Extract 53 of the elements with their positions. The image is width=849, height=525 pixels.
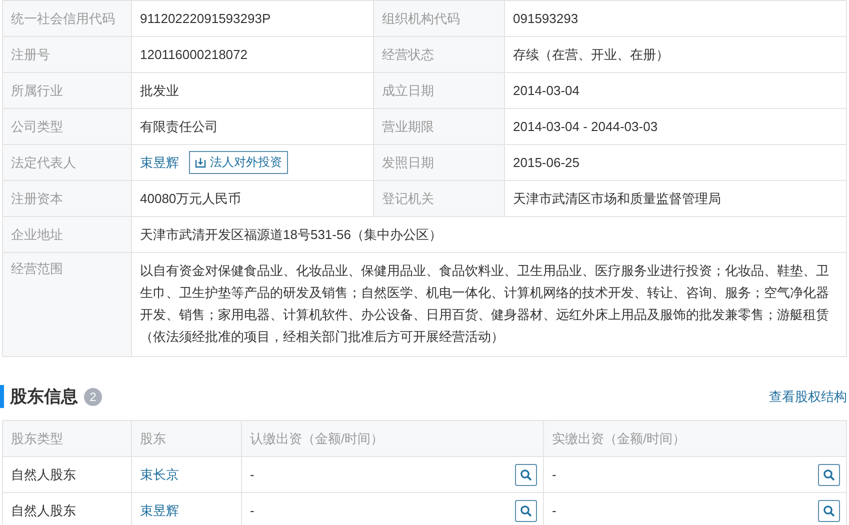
field-value: 120116000218072 — [140, 46, 248, 64]
field-value: 91120222091593293P — [140, 10, 271, 28]
field-value: 天津市武清区市场和质量监督管理局 — [513, 190, 721, 208]
field-value: 天津市武清开发区福源道18号531-56（集中办公区） — [140, 226, 442, 244]
column-header: 股东类型 — [11, 430, 63, 448]
search-button[interactable] — [515, 500, 537, 522]
shareholder-link[interactable]: 束昱辉 — [140, 502, 179, 520]
field-value: 40080万元人民币 — [140, 190, 242, 208]
field-value: 以自有资金对保健食品业、化妆品业、保健用品业、食品饮料业、卫生用品业、医疗服务业进行投资；化妆品、鞋垫、卫生巾、卫生护垫等产品的研发及销售；自然医学、机电一体化、计算机网络的技术开发、转让、咨询、服务；空气净化器开发、销售；家用电器、计算机软件、办公设备、日用百货、健身器材、远红外床上用品及服饰的批发兼零售；游艇租赁（依法须经批准的项目，经相关部门批准后方可开展经营活动） — [140, 262, 830, 346]
field-label: 成立日期 — [382, 82, 434, 100]
field-label: 公司类型 — [11, 118, 63, 136]
column-header: 认缴出资（金额/时间） — [250, 430, 384, 448]
field-label: 营业期限 — [382, 118, 434, 136]
search-button[interactable] — [818, 464, 840, 486]
field-label: 登记机关 — [382, 190, 434, 208]
investment-button[interactable]: 法人对外投资 — [189, 151, 288, 174]
field-value: 2015-06-25 — [513, 154, 580, 172]
field-label: 组织机构代码 — [382, 10, 460, 28]
table-cell: 自然人股东 — [11, 502, 76, 520]
field-label: 企业地址 — [11, 226, 63, 244]
table-cell: - — [250, 467, 254, 482]
count-badge: 2 — [84, 388, 102, 406]
section-title: 股东信息 — [0, 385, 78, 408]
field-value: 2014-03-04 - 2044-03-03 — [513, 118, 658, 136]
field-label: 所属行业 — [11, 82, 63, 100]
field-label: 注册资本 — [11, 190, 63, 208]
search-button[interactable] — [515, 464, 537, 486]
table-cell: - — [552, 503, 556, 518]
person-link[interactable]: 束昱辉 — [140, 154, 179, 172]
column-header: 实缴出资（金额/时间） — [552, 430, 686, 448]
field-value: 有限责任公司 — [140, 118, 218, 136]
shareholder-link[interactable]: 束长京 — [140, 466, 179, 484]
table-cell: - — [250, 503, 254, 518]
search-icon — [823, 468, 835, 480]
table-cell: 自然人股东 — [11, 466, 76, 484]
search-icon — [520, 504, 532, 516]
field-value: 存续（在营、开业、在册） — [513, 46, 669, 64]
search-button[interactable] — [818, 500, 840, 522]
field-value: 2014-03-04 — [513, 82, 580, 100]
download-icon — [195, 157, 206, 168]
field-label: 经营状态 — [382, 46, 434, 64]
search-icon — [520, 468, 532, 480]
search-icon — [823, 504, 835, 516]
table-cell: - — [552, 467, 556, 482]
equity-structure-link[interactable]: 查看股权结构 — [769, 388, 847, 406]
field-label: 注册号 — [11, 46, 50, 64]
field-value: 091593293 — [513, 10, 578, 28]
column-header: 股东 — [140, 430, 166, 448]
field-label: 统一社会信用代码 — [11, 10, 115, 28]
field-label: 法定代表人 — [11, 154, 76, 172]
field-value: 批发业 — [140, 82, 179, 100]
field-label: 发照日期 — [382, 154, 434, 172]
field-label: 经营范围 — [11, 260, 63, 278]
